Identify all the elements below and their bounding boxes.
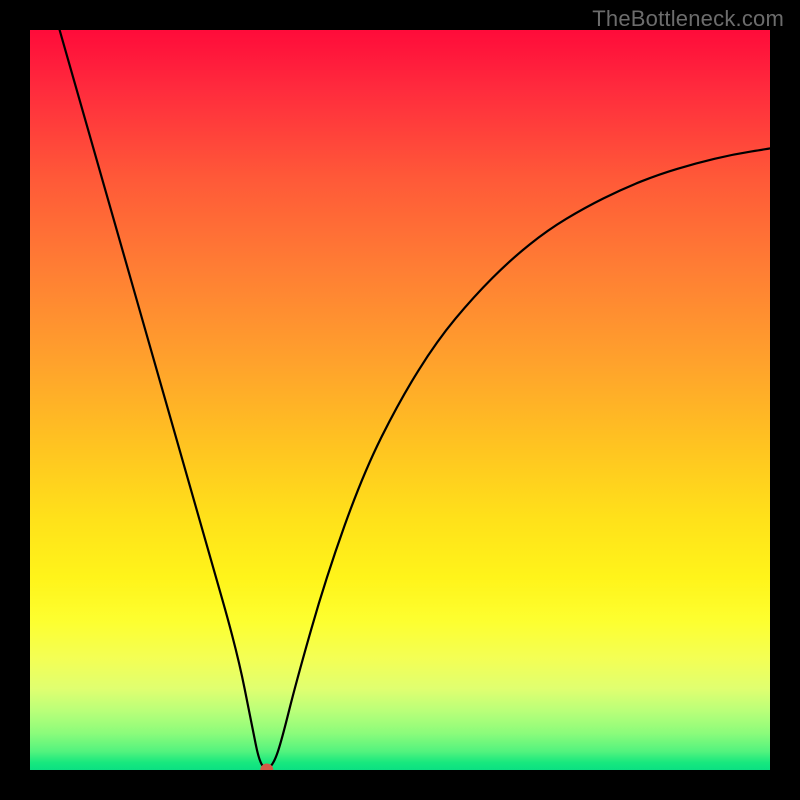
plot-area bbox=[30, 30, 770, 770]
watermark-text: TheBottleneck.com bbox=[592, 6, 784, 32]
chart-frame: TheBottleneck.com bbox=[0, 0, 800, 800]
curve-svg bbox=[30, 30, 770, 770]
bottleneck-curve bbox=[60, 30, 770, 768]
